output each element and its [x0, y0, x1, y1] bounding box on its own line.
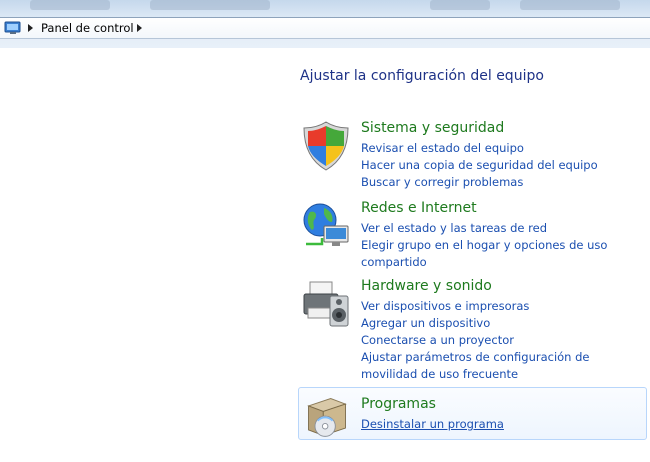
blurred-title-text	[520, 0, 620, 10]
blurred-title-text	[150, 0, 270, 10]
link-list: Desinstalar un programa	[361, 416, 647, 433]
link-troubleshoot[interactable]: Buscar y corregir problemas	[361, 174, 647, 191]
printer-speaker-icon[interactable]	[300, 278, 352, 330]
link-backup[interactable]: Hacer una copia de seguridad del equipo	[361, 157, 647, 174]
link-check-status[interactable]: Revisar el estado del equipo	[361, 140, 647, 157]
network-globe-icon[interactable]	[300, 200, 352, 252]
shield-icon[interactable]	[300, 120, 352, 172]
link-connect-projector[interactable]: Conectarse a un proyector	[361, 332, 647, 349]
link-network-status[interactable]: Ver el estado y las tareas de red	[361, 220, 647, 237]
blurred-title-text	[430, 0, 490, 10]
link-list: Revisar el estado del equipo Hacer una c…	[361, 140, 647, 191]
category-title[interactable]: Sistema y seguridad	[361, 120, 504, 136]
link-add-device[interactable]: Agregar un dispositivo	[361, 315, 647, 332]
breadcrumb[interactable]: Panel de control	[0, 17, 650, 39]
category-title[interactable]: Redes e Internet	[361, 200, 477, 216]
link-uninstall-program[interactable]: Desinstalar un programa	[361, 416, 647, 433]
breadcrumb-arrow-icon[interactable]	[28, 24, 33, 32]
link-homegroup[interactable]: Elegir grupo en el hogar y opciones de u…	[361, 237, 647, 271]
link-mobility-settings[interactable]: Ajustar parámetros de configuración de m…	[361, 349, 647, 383]
category-programs[interactable]: Programas Desinstalar un programa	[298, 387, 647, 440]
page-title: Ajustar la configuración del equipo	[300, 68, 544, 84]
link-devices-printers[interactable]: Ver dispositivos e impresoras	[361, 298, 647, 315]
address-bar: Panel de control	[0, 0, 650, 48]
category-title[interactable]: Programas	[361, 396, 436, 412]
programs-box-icon[interactable]	[303, 393, 351, 441]
breadcrumb-item-control-panel[interactable]: Panel de control	[41, 21, 134, 35]
category-title[interactable]: Hardware y sonido	[361, 278, 492, 294]
control-panel-icon[interactable]	[4, 20, 22, 36]
breadcrumb-arrow-icon[interactable]	[137, 24, 142, 32]
link-list: Ver el estado y las tareas de red Elegir…	[361, 220, 647, 271]
link-list: Ver dispositivos e impresoras Agregar un…	[361, 298, 647, 383]
blurred-title-text	[30, 0, 110, 10]
